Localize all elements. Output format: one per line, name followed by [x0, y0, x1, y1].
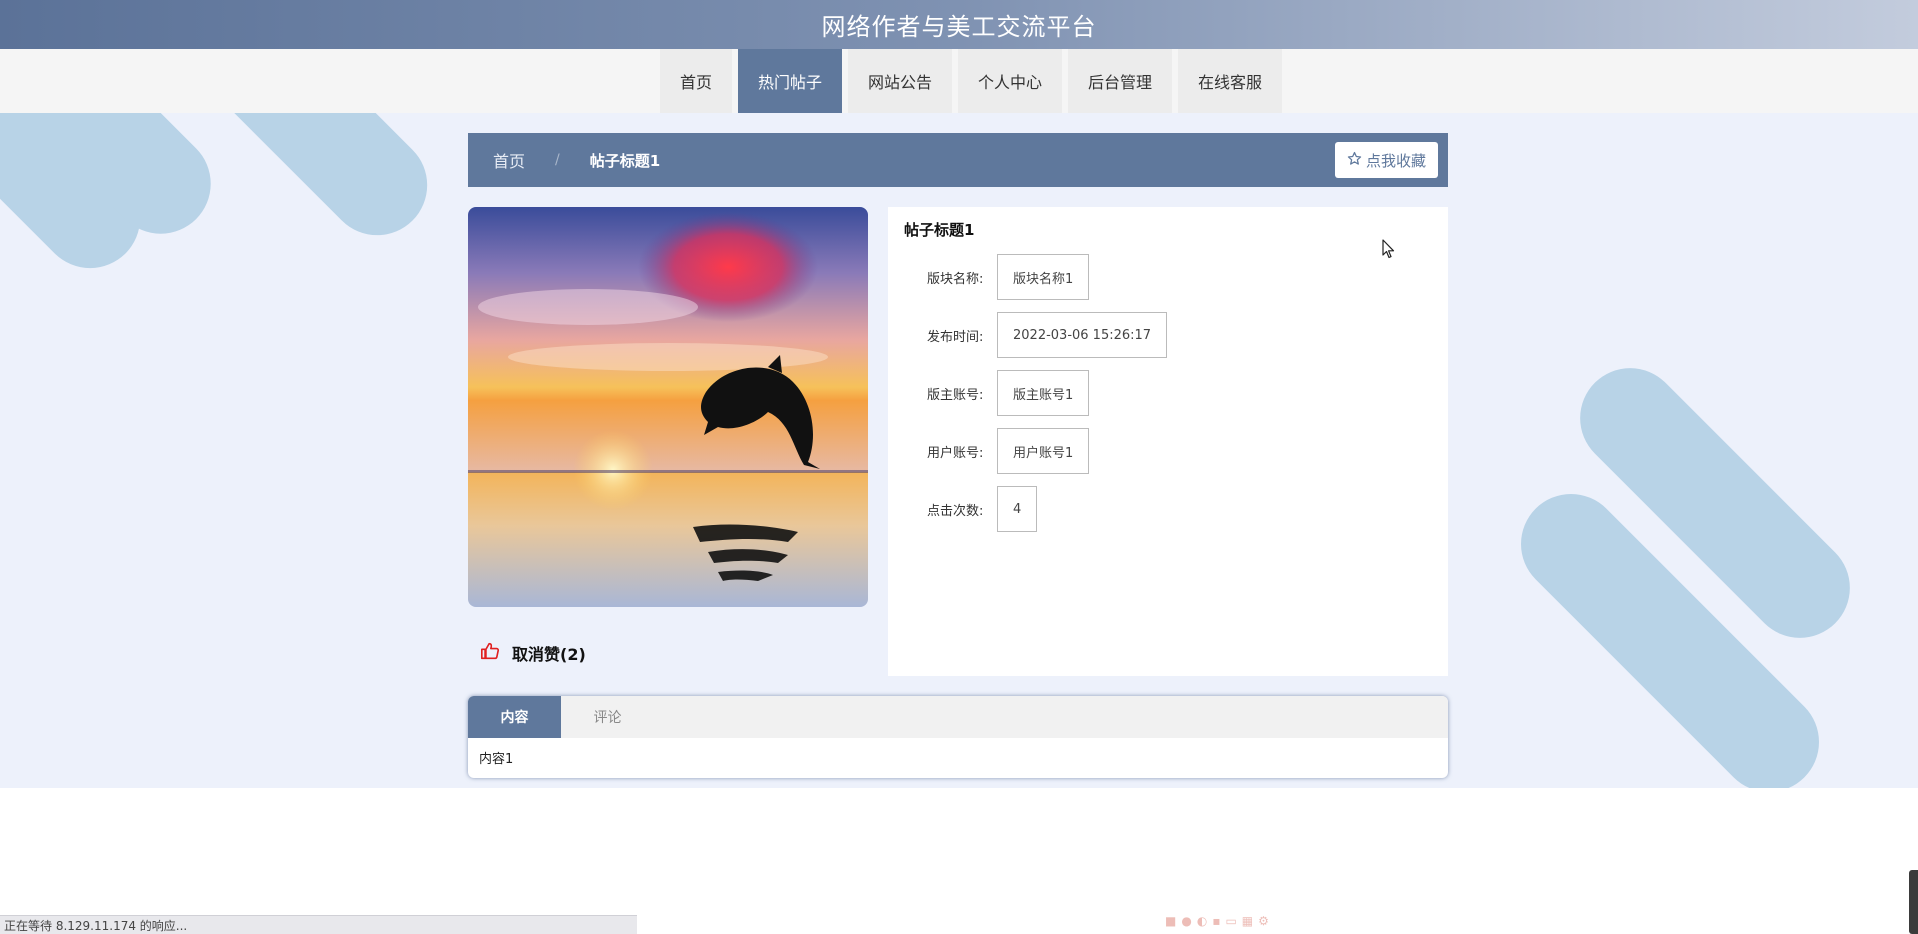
post-title: 帖子标题1	[904, 221, 975, 239]
tab-content[interactable]: 内容	[468, 696, 561, 738]
content-tabs: 内容 评论 内容1	[468, 696, 1448, 778]
field-label: 版块名称:	[927, 271, 984, 287]
favorite-label: 点我收藏	[1365, 151, 1426, 170]
site-header: 网络作者与美工交流平台	[0, 0, 1918, 49]
side-scroll-handle[interactable]	[1909, 870, 1918, 934]
star-outline-icon	[1347, 151, 1362, 170]
field-value-section: 版块名称1	[997, 254, 1090, 300]
nav-item-support[interactable]: 在线客服	[1178, 49, 1283, 113]
thumbs-up-icon	[480, 642, 500, 664]
tray-icon: ◐	[1196, 914, 1208, 928]
browser-status-bar: 正在等待 8.129.11.174 的响应...	[0, 915, 637, 934]
post-info-panel: 帖子标题1 版块名称: 版块名称1 发布时间: 2022-03-06 15:26…	[888, 207, 1448, 676]
field-label: 点击次数:	[927, 503, 984, 519]
nav-item-label: 个人中心	[978, 73, 1043, 92]
tray-icon: ●	[1181, 914, 1192, 928]
post-cover-image	[468, 207, 868, 607]
tray-icon: ▭	[1225, 914, 1237, 928]
nav-item-hot-posts[interactable]: 热门帖子	[737, 49, 842, 113]
tray-icon: ▦	[1241, 914, 1254, 928]
main-nav: 首页 热门帖子 网站公告 个人中心 后台管理 在线客服	[0, 49, 1918, 113]
tray-icon: ⚙	[1258, 914, 1269, 928]
nav-item-label: 网站公告	[867, 73, 932, 92]
nav-item-admin[interactable]: 后台管理	[1068, 49, 1173, 113]
favorite-button[interactable]: 点我收藏	[1334, 142, 1438, 178]
like-label: 取消赞(2)	[512, 644, 586, 664]
field-value-user: 用户账号1	[997, 428, 1090, 474]
decor-stripe	[172, 113, 448, 256]
nav-item-label: 在线客服	[1198, 73, 1263, 92]
field-row-section: 版块名称: 版块名称1	[927, 254, 1090, 300]
breadcrumb-separator: /	[555, 152, 560, 168]
field-value-click-count: 4	[997, 486, 1038, 532]
tabs-header: 内容 评论	[468, 696, 1448, 738]
breadcrumb: 首页 / 帖子标题1 点我收藏	[468, 133, 1448, 187]
like-toggle[interactable]: 取消赞(2)	[468, 630, 868, 675]
site-title: 网络作者与美工交流平台	[821, 13, 1097, 41]
field-row-moderator: 版主账号: 版主账号1	[927, 370, 1090, 416]
nav-item-label: 热门帖子	[757, 73, 822, 92]
mouse-cursor-icon	[1382, 239, 1396, 263]
field-row-user: 用户账号: 用户账号1	[927, 428, 1090, 474]
system-tray: ■ ● ◐ ▪ ▭ ▦ ⚙	[1165, 914, 1269, 928]
field-label: 发布时间:	[927, 329, 984, 345]
field-label: 版主账号:	[927, 387, 984, 403]
nav-item-label: 后台管理	[1088, 73, 1153, 92]
breadcrumb-home[interactable]: 首页	[493, 148, 525, 172]
field-label: 用户账号:	[927, 445, 984, 461]
status-text: 正在等待 8.129.11.174 的响应...	[4, 918, 188, 933]
nav-item-announcements[interactable]: 网站公告	[847, 49, 952, 113]
tab-panel-content: 内容1	[479, 752, 514, 767]
field-row-publish-time: 发布时间: 2022-03-06 15:26:17	[927, 312, 1168, 358]
nav-item-home[interactable]: 首页	[659, 49, 732, 113]
field-value-publish-time: 2022-03-06 15:26:17	[997, 312, 1168, 358]
tray-icon: ▪	[1212, 914, 1221, 928]
nav-item-label: 首页	[679, 73, 712, 92]
nav-item-profile[interactable]: 个人中心	[958, 49, 1063, 113]
field-row-click-count: 点击次数: 4	[927, 486, 1038, 532]
tray-icon: ■	[1165, 914, 1177, 928]
tab-comments[interactable]: 评论	[561, 696, 654, 738]
field-value-moderator: 版主账号1	[997, 370, 1090, 416]
breadcrumb-current: 帖子标题1	[589, 151, 661, 170]
